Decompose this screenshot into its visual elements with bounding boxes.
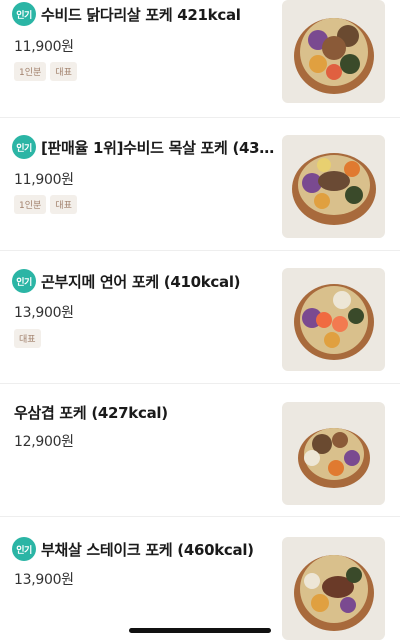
menu-item[interactable]: 인기 곤부지메 연어 포케 (410kcal) 13,900원 대표 — [0, 251, 400, 384]
menu-item-name-row: 인기 수비드 닭다리살 포케 421kcal — [12, 2, 241, 26]
tag-serving: 1인분 — [14, 62, 47, 81]
menu-item-price: 13,900원 — [14, 305, 74, 321]
menu-item-name: 부채살 스테이크 포케 (460kcal) — [41, 540, 254, 559]
tag-serving: 1인분 — [14, 195, 47, 214]
tag-signature: 대표 — [50, 62, 77, 81]
menu-item-name-row: 인기 곤부지메 연어 포케 (410kcal) — [12, 269, 240, 293]
poke-bowl-steak-image — [282, 537, 385, 640]
menu-item-price: 11,900원 — [14, 172, 74, 188]
menu-item-tags: 1인분 대표 — [14, 62, 77, 81]
menu-item-price: 12,900원 — [14, 434, 74, 450]
poke-bowl-salmon-image — [282, 268, 385, 371]
popular-badge: 인기 — [12, 135, 36, 159]
menu-item-price: 11,900원 — [14, 39, 74, 55]
menu-item-tags: 대표 — [14, 329, 41, 348]
tag-signature: 대표 — [50, 195, 77, 214]
menu-item-tags: 1인분 대표 — [14, 195, 77, 214]
poke-bowl-pork-image — [282, 135, 385, 238]
menu-item[interactable]: 인기 [판매율 1위]수비드 목살 포케 (43… 11,900원 1인분 대표 — [0, 118, 400, 251]
menu-item-name-row: 인기 부채살 스테이크 포케 (460kcal) — [12, 537, 254, 561]
popular-badge: 인기 — [12, 269, 36, 293]
menu-item[interactable]: 인기 부채살 스테이크 포케 (460kcal) 13,900원 — [0, 517, 400, 642]
poke-bowl-beef-image — [282, 402, 385, 505]
popular-badge: 인기 — [12, 2, 36, 26]
menu-item[interactable]: 인기 수비드 닭다리살 포케 421kcal 11,900원 1인분 대표 — [0, 0, 400, 118]
poke-bowl-chicken-image — [282, 0, 385, 103]
menu-item-price: 13,900원 — [14, 572, 74, 588]
menu-item-name: 우삼겹 포케 (427kcal) — [14, 404, 168, 422]
menu-item-name: 수비드 닭다리살 포케 421kcal — [41, 5, 241, 24]
menu-item[interactable]: 우삼겹 포케 (427kcal) 12,900원 — [0, 384, 400, 517]
home-indicator[interactable] — [129, 628, 271, 633]
popular-badge: 인기 — [12, 537, 36, 561]
menu-item-name: [판매율 1위]수비드 목살 포케 (43… — [41, 138, 274, 157]
menu-item-name: 곤부지메 연어 포케 (410kcal) — [41, 272, 241, 291]
tag-signature: 대표 — [14, 329, 41, 348]
menu-item-name-row: 인기 [판매율 1위]수비드 목살 포케 (43… — [12, 135, 274, 159]
